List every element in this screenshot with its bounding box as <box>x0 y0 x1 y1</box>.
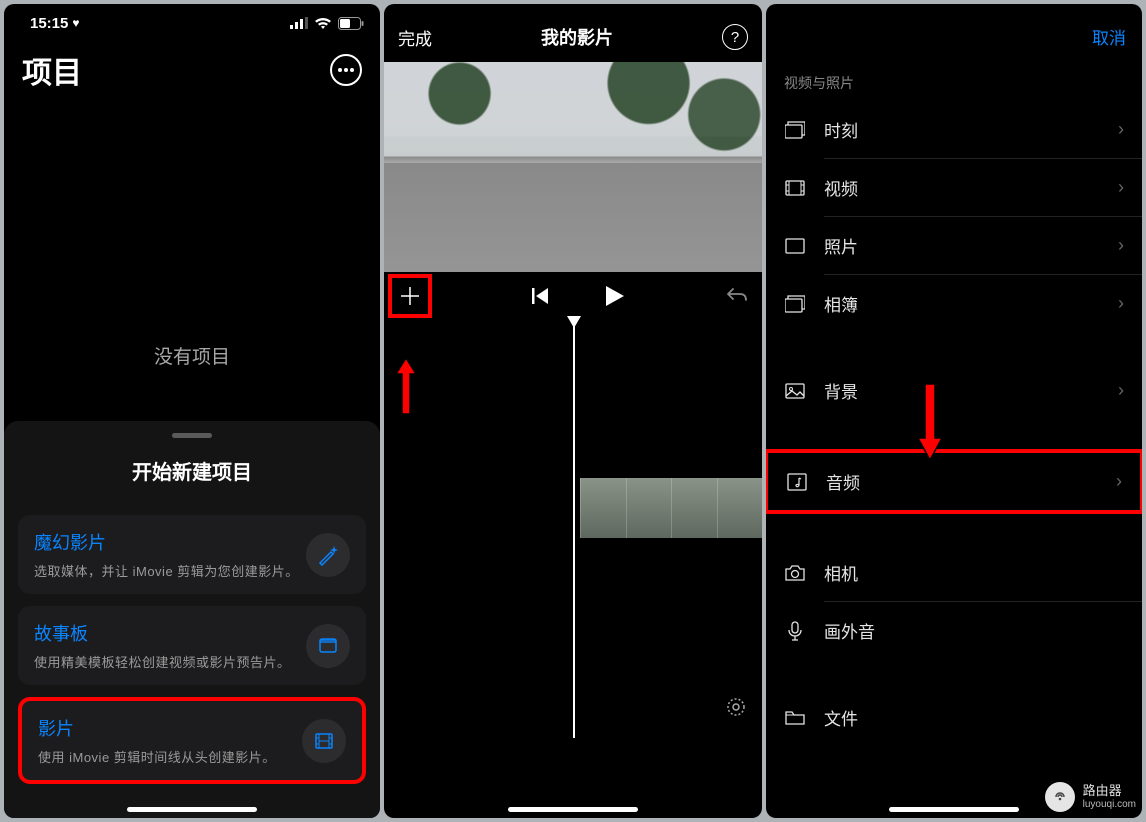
annotation-arrow <box>916 382 944 462</box>
help-button[interactable]: ? <box>722 24 748 50</box>
editor-screen: 完成 我的影片 ? <box>384 4 762 818</box>
camera-icon <box>784 565 806 581</box>
video-row[interactable]: 视频 › <box>766 159 1142 216</box>
battery-icon <box>338 17 364 30</box>
playback-controls <box>384 274 762 318</box>
chevron-right-icon: › <box>1118 380 1124 401</box>
card-title: 影片 <box>38 715 302 741</box>
more-button[interactable] <box>330 54 362 86</box>
ellipsis-icon <box>338 68 354 72</box>
folder-icon <box>784 710 806 726</box>
settings-button[interactable] <box>724 695 748 724</box>
chevron-right-icon: › <box>1118 293 1124 314</box>
editor-header: 完成 我的影片 ? <box>384 4 762 62</box>
watermark: 路由器 luyouqi.com <box>1045 782 1136 812</box>
album-icon <box>784 295 806 313</box>
chevron-right-icon: › <box>1116 471 1122 492</box>
camera-row[interactable]: 相机 <box>766 544 1142 601</box>
storyboard-card[interactable]: 故事板 使用精美模板轻松创建视频或影片预告片。 <box>18 606 366 685</box>
files-row[interactable]: 文件 <box>766 689 1142 746</box>
row-label: 画外音 <box>824 618 1124 643</box>
watermark-logo-icon <box>1045 782 1075 812</box>
picker-header: 取消 <box>766 4 1142 63</box>
project-title: 我的影片 <box>541 24 613 50</box>
wand-icon <box>306 533 350 577</box>
image-icon <box>784 383 806 399</box>
new-project-sheet: 开始新建项目 魔幻影片 选取媒体，并让 iMovie 剪辑为您创建影片。 故事板… <box>4 421 380 818</box>
card-text: 故事板 使用精美模板轻松创建视频或影片预告片。 <box>34 620 306 671</box>
media-picker-screen: 取消 视频与照片 时刻 › 视频 › 照片 › 相簿 › 背景 › 音频 › 相… <box>766 4 1142 818</box>
plus-icon <box>399 285 421 307</box>
favorite-heart-icon: ♥ <box>72 16 79 30</box>
status-time: 15:15 <box>30 15 68 32</box>
audio-row[interactable]: 音频 › <box>766 449 1142 514</box>
playhead[interactable] <box>573 318 575 738</box>
row-label: 文件 <box>824 705 1124 730</box>
add-media-button[interactable] <box>388 274 432 318</box>
card-text: 影片 使用 iMovie 剪辑时间线从头创建影片。 <box>38 715 302 766</box>
album-row[interactable]: 相簿 › <box>766 275 1142 332</box>
home-indicator[interactable] <box>127 807 257 812</box>
status-icons <box>290 17 364 30</box>
card-subtitle: 选取媒体，并让 iMovie 剪辑为您创建影片。 <box>34 561 306 580</box>
page-title: 项目 <box>22 48 82 92</box>
row-label: 时刻 <box>824 117 1100 142</box>
home-indicator[interactable] <box>508 807 638 812</box>
audio-icon <box>786 473 808 491</box>
row-label: 相机 <box>824 560 1124 585</box>
cellular-icon <box>290 17 308 29</box>
done-button[interactable]: 完成 <box>398 25 432 50</box>
film-icon <box>302 719 346 763</box>
wifi-icon <box>314 17 332 30</box>
gear-icon <box>724 695 748 719</box>
undo-button[interactable] <box>724 283 748 309</box>
sheet-title: 开始新建项目 <box>4 456 380 485</box>
chevron-right-icon: › <box>1118 177 1124 198</box>
voiceover-row[interactable]: 画外音 <box>766 602 1142 659</box>
moments-row[interactable]: 时刻 › <box>766 101 1142 158</box>
card-title: 故事板 <box>34 620 306 646</box>
sheet-grabber[interactable] <box>172 433 212 438</box>
watermark-url: luyouqi.com <box>1083 799 1136 810</box>
video-icon <box>784 180 806 196</box>
background-row[interactable]: 背景 › <box>766 362 1142 419</box>
moments-icon <box>784 121 806 139</box>
status-bar: 15:15 ♥ <box>4 8 380 38</box>
chevron-right-icon: › <box>1118 119 1124 140</box>
home-indicator[interactable] <box>889 807 1019 812</box>
skip-back-button[interactable] <box>532 288 550 304</box>
timeline[interactable] <box>384 318 762 738</box>
row-label: 背景 <box>824 378 1100 403</box>
play-button[interactable] <box>606 286 624 306</box>
undo-icon <box>724 285 748 303</box>
photo-row[interactable]: 照片 › <box>766 217 1142 274</box>
status-time-group: 15:15 ♥ <box>30 15 80 32</box>
section-header: 视频与照片 <box>766 63 1142 101</box>
card-subtitle: 使用 iMovie 剪辑时间线从头创建影片。 <box>38 747 302 766</box>
projects-screen: 15:15 ♥ 项目 没有项目 开始新建项目 魔幻影片 选取媒体，并让 iMov… <box>4 4 380 818</box>
video-preview[interactable] <box>384 62 762 272</box>
cancel-button[interactable]: 取消 <box>1092 24 1126 49</box>
storyboard-icon <box>306 624 350 668</box>
row-label: 照片 <box>824 233 1100 258</box>
card-title: 魔幻影片 <box>34 529 306 555</box>
empty-state-text: 没有项目 <box>4 342 380 369</box>
row-label: 音频 <box>826 469 1098 494</box>
video-clip[interactable] <box>580 478 762 538</box>
magic-movie-card[interactable]: 魔幻影片 选取媒体，并让 iMovie 剪辑为您创建影片。 <box>18 515 366 594</box>
chevron-right-icon: › <box>1118 235 1124 256</box>
movie-card[interactable]: 影片 使用 iMovie 剪辑时间线从头创建影片。 <box>18 697 366 784</box>
card-text: 魔幻影片 选取媒体，并让 iMovie 剪辑为您创建影片。 <box>34 529 306 580</box>
photo-icon <box>784 238 806 254</box>
card-subtitle: 使用精美模板轻松创建视频或影片预告片。 <box>34 652 306 671</box>
row-label: 视频 <box>824 175 1100 200</box>
title-row: 项目 <box>4 38 380 102</box>
row-label: 相簿 <box>824 291 1100 316</box>
watermark-name: 路由器 <box>1083 784 1136 798</box>
mic-icon <box>784 621 806 641</box>
